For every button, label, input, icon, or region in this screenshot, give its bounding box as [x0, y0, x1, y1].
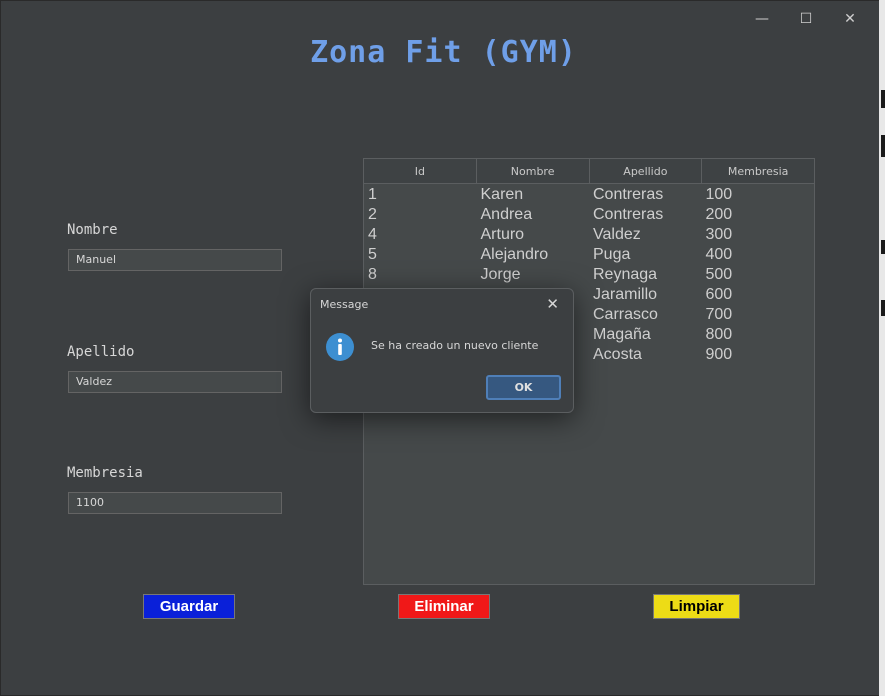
column-header-id[interactable]: Id	[364, 159, 477, 183]
dialog-message: Se ha creado un nuevo cliente	[371, 339, 539, 352]
app-title: Zona Fit (GYM)	[310, 35, 577, 70]
table-cell: Andrea	[480, 206, 533, 223]
table-cell: Jorge	[480, 266, 521, 283]
column-header-membresia[interactable]: Membresia	[702, 159, 814, 183]
table-cell: Contreras	[593, 186, 664, 203]
window-controls: — ☐ ✕	[740, 9, 872, 29]
close-window-button[interactable]: ✕	[828, 9, 872, 29]
table-cell: Reynaga	[593, 266, 658, 283]
table-row[interactable]: 1 Karen Contreras 100	[364, 185, 814, 205]
table-cell: 200	[705, 206, 733, 223]
table-cell: Jaramillo	[593, 286, 658, 303]
table-cell: 1	[368, 186, 377, 203]
table-cell: 400	[705, 246, 733, 263]
table-cell: 2	[368, 206, 377, 223]
table-cell: Contreras	[593, 206, 664, 223]
table-cell: 800	[705, 326, 733, 343]
table-cell: 4	[368, 226, 377, 243]
apellido-label: Apellido	[67, 344, 135, 360]
table-header: Id Nombre Apellido Membresia	[364, 159, 814, 184]
column-header-nombre[interactable]: Nombre	[477, 159, 590, 183]
table-cell: Arturo	[480, 226, 525, 243]
table-cell: 500	[705, 266, 733, 283]
table-cell: Valdez	[593, 226, 641, 243]
column-header-apellido[interactable]: Apellido	[590, 159, 703, 183]
table-cell: Karen	[480, 186, 524, 203]
table-row[interactable]: 8 Jorge Reynaga 500	[364, 265, 814, 285]
membresia-input[interactable]: 1100	[68, 492, 282, 514]
table-row[interactable]: 4 Arturo Valdez 300	[364, 225, 814, 245]
table-cell: Puga	[593, 246, 631, 263]
close-icon[interactable]: ✕	[546, 295, 559, 313]
table-row[interactable]: 5 Alejandro Puga 400	[364, 245, 814, 265]
membresia-label: Membresia	[67, 465, 143, 481]
table-cell: 600	[705, 286, 733, 303]
maximize-button[interactable]: ☐	[784, 9, 828, 29]
table-cell: 100	[705, 186, 733, 203]
table-cell: 5	[368, 246, 377, 263]
ok-button[interactable]: OK	[486, 375, 561, 400]
minimize-button[interactable]: —	[740, 9, 784, 29]
table-row[interactable]: 2 Andrea Contreras 200	[364, 205, 814, 225]
table-cell: Acosta	[593, 346, 642, 363]
app-window: — ☐ ✕ Zona Fit (GYM) Nombre Manuel Apell…	[0, 0, 885, 696]
dialog-title: Message	[320, 298, 369, 311]
table-cell: Magaña	[593, 326, 651, 343]
table-cell: 300	[705, 226, 733, 243]
eliminar-button[interactable]: Eliminar	[398, 594, 490, 619]
apellido-input[interactable]: Valdez	[68, 371, 282, 393]
table-cell: Carrasco	[593, 306, 658, 323]
limpiar-button[interactable]: Limpiar	[653, 594, 740, 619]
nombre-label: Nombre	[67, 222, 118, 238]
message-dialog: Message ✕ Se ha creado un nuevo cliente …	[310, 288, 574, 413]
background-window-edge	[879, 0, 885, 696]
table-cell: 900	[705, 346, 733, 363]
table-cell: 700	[705, 306, 733, 323]
guardar-button[interactable]: Guardar	[143, 594, 235, 619]
nombre-input[interactable]: Manuel	[68, 249, 282, 271]
info-icon	[326, 333, 354, 361]
table-cell: Alejandro	[480, 246, 549, 263]
table-cell: 8	[368, 266, 377, 283]
